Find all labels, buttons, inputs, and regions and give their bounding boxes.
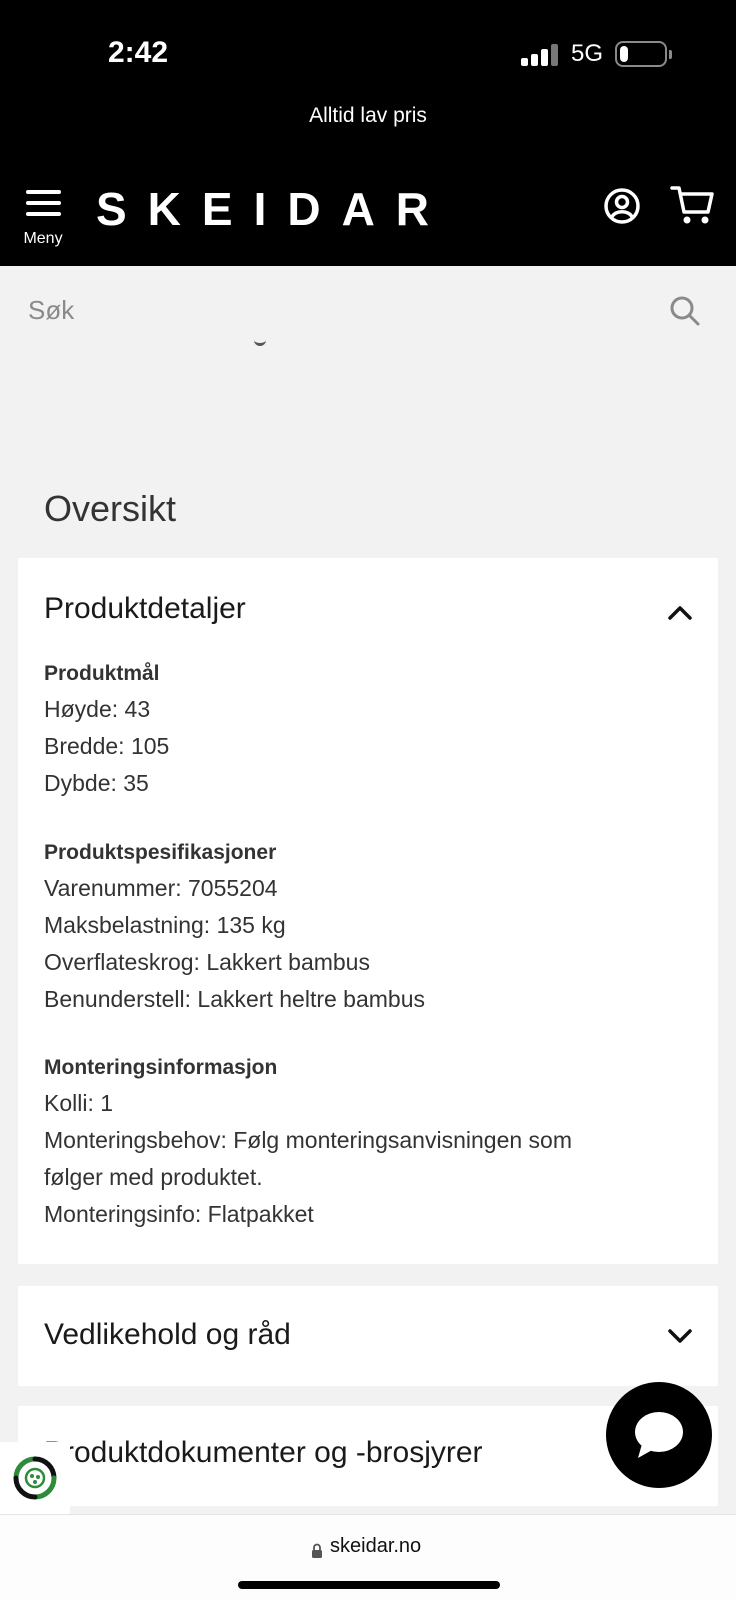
spec-line: Overflateskrog: Lakkert bambus [44, 949, 370, 975]
spec-line: Monteringsinfo: Flatpakket [44, 1201, 314, 1227]
search-input[interactable] [28, 290, 648, 330]
overview-title: Oversikt [44, 488, 177, 529]
network-type: 5G [571, 40, 604, 67]
spec-heading: Produktspesifikasjoner [44, 841, 277, 864]
chat-bubble-icon [635, 1412, 683, 1458]
eco-badge[interactable] [0, 1442, 70, 1514]
spec-line: Monteringsbehov: Følg monteringsanvisnin… [44, 1127, 572, 1153]
search-button[interactable] [668, 294, 702, 328]
product-details-title[interactable]: Produktdetaljer [44, 592, 246, 626]
care-title[interactable]: Vedlikehold og råd [44, 1318, 291, 1352]
spec-heading: Monteringsinformasjon [44, 1056, 278, 1079]
spec-line: følger med produktet. [44, 1164, 263, 1190]
spec-line: Dybde: 35 [44, 770, 149, 796]
cart-button[interactable] [670, 184, 716, 228]
care-accordion[interactable]: Vedlikehold og råd [18, 1286, 718, 1386]
search-icon [670, 296, 700, 326]
browser-url-bar[interactable]: skeidar.no [0, 1514, 736, 1600]
status-time: 2:42 [108, 36, 169, 69]
spec-heading: Produktmål [44, 662, 160, 685]
spec-line: Kolli: 1 [44, 1090, 114, 1116]
promo-text: Alltid lav pris [309, 104, 427, 127]
signal-icon [521, 44, 559, 66]
chat-button[interactable] [606, 1382, 712, 1488]
spec-line: Bredde: 105 [44, 733, 170, 759]
skeidar-logo[interactable]: SKEIDAR [96, 182, 450, 236]
recycle-badge-icon [13, 1456, 57, 1500]
shopping-cart-icon [670, 186, 714, 224]
user-account-icon [604, 188, 640, 224]
menu-label: Meny [23, 230, 63, 247]
battery-icon [615, 41, 672, 67]
chevron-up-icon[interactable] [666, 602, 694, 622]
spec-line: Høyde: 43 [44, 696, 151, 722]
documents-title[interactable]: Produktdokumenter og -brosjyrer [44, 1436, 483, 1470]
spec-line: Varenummer: 7055204 [44, 875, 278, 901]
lock-icon [312, 1543, 322, 1558]
battery-fill [620, 46, 628, 62]
product-details-accordion: Produktdetaljer Produktmål Høyde: 43 Bre… [18, 558, 718, 1264]
search-bar [0, 266, 736, 358]
top-bar: 2:42 5G Alltid lav pris Meny SKEIDAR [0, 0, 736, 266]
spec-line: Benunderstell: Lakkert heltre bambus [44, 986, 425, 1012]
menu-button[interactable]: Meny [16, 186, 70, 252]
spec-line: Maksbelastning: 135 kg [44, 912, 286, 938]
account-button[interactable] [600, 184, 644, 228]
url-text[interactable]: skeidar.no [330, 1535, 421, 1558]
home-indicator [238, 1581, 500, 1589]
chevron-down-icon[interactable] [666, 1326, 694, 1346]
